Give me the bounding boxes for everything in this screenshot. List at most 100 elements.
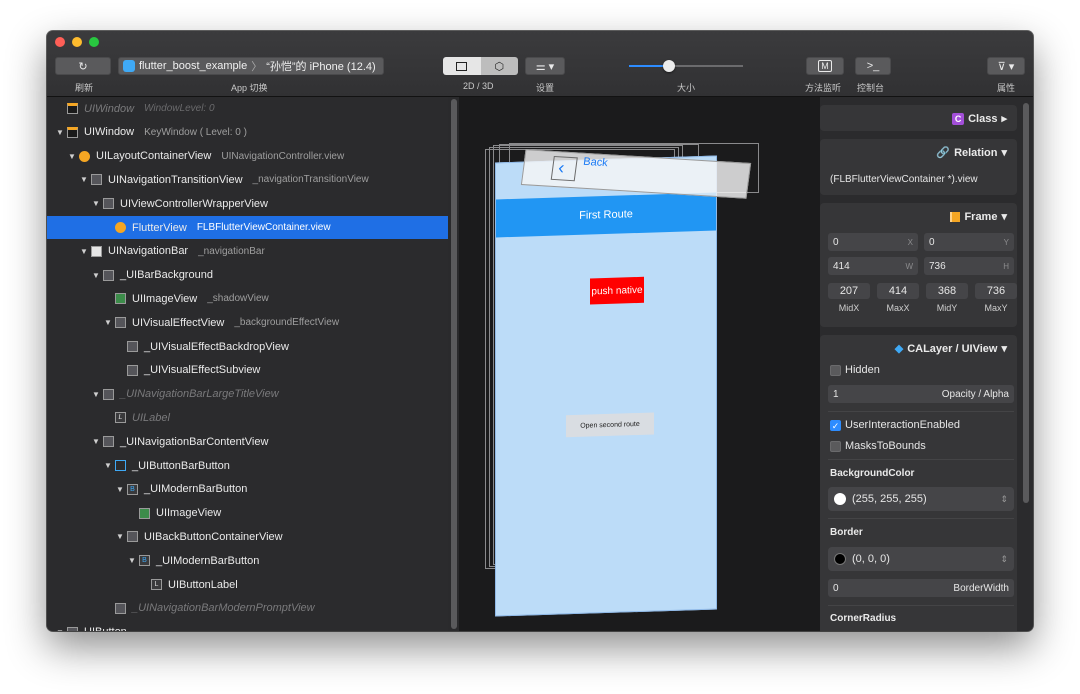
disclosure-triangle-icon[interactable]: ▼ xyxy=(115,532,125,541)
tree-row-subtitle: KeyWindow ( Level: 0 ) xyxy=(144,126,247,138)
disclosure-triangle-icon[interactable]: ▼ xyxy=(55,628,65,631)
triangle-down-icon: ▾ xyxy=(1001,343,1007,355)
tree-row[interactable]: ▼ UIWindow KeyWindow ( Level: 0 ) xyxy=(47,121,448,144)
tree-row-name: FlutterView xyxy=(132,221,187,234)
mode-3d-button[interactable]: ⬡ xyxy=(480,57,518,75)
calayer-card: ◆ CALayer / UIView ▾ Hidden 1 Opacity / … xyxy=(820,335,1017,631)
disclosure-triangle-icon[interactable]: ▼ xyxy=(103,318,113,327)
view-class-icon xyxy=(115,317,126,329)
frame-icon xyxy=(950,211,961,222)
flutter-view-preview[interactable]: First Route push native Open second rout… xyxy=(495,155,717,617)
disclosure-triangle-icon[interactable]: ▼ xyxy=(55,128,65,137)
size-slider-thumb[interactable] xyxy=(662,60,675,72)
border-width-field[interactable]: 0 BorderWidth xyxy=(828,579,1014,597)
tree-row-name: UIImageView xyxy=(156,507,222,520)
tree-row-subtitle: _shadowView xyxy=(207,293,269,305)
attributes-label: 属性 xyxy=(997,83,1016,93)
opacity-field[interactable]: 1 Opacity / Alpha xyxy=(828,385,1014,403)
tree-row-name: _UINavigationBarContentView xyxy=(120,435,269,448)
tree-row[interactable]: ▼ B _UIModernBarButton xyxy=(47,549,448,572)
link-icon: 🔗 xyxy=(936,147,951,159)
tree-row[interactable]: ▼ _UINavigationBarContentView xyxy=(47,430,448,453)
background-color-picker[interactable]: (255, 255, 255) ⇕ xyxy=(828,487,1014,511)
tree-row[interactable]: UIWindow WindowLevel: 0 xyxy=(47,97,448,120)
inspector-scrollbar[interactable] xyxy=(1023,103,1029,503)
masks-to-bounds-checkbox[interactable] xyxy=(830,441,841,452)
close-window-button[interactable] xyxy=(55,37,65,47)
frame-y-field[interactable]: 0Y xyxy=(924,233,1014,251)
console-button[interactable]: >_ xyxy=(855,57,891,75)
background-color-section: BackgroundColor xyxy=(830,468,915,479)
mode-2d-button[interactable] xyxy=(443,57,481,75)
frame-x-field[interactable]: 0X xyxy=(828,233,918,251)
disclosure-triangle-icon[interactable]: ▼ xyxy=(91,437,101,446)
disclosure-triangle-icon[interactable]: ▼ xyxy=(127,556,137,565)
square-icon xyxy=(456,61,468,71)
disclosure-triangle-icon[interactable]: ▼ xyxy=(67,152,77,161)
border-color-picker[interactable]: (0, 0, 0) ⇕ xyxy=(828,547,1014,571)
tree-row[interactable]: L UILabel xyxy=(47,406,448,429)
tree-row[interactable]: _UIVisualEffectBackdropView xyxy=(47,335,448,358)
tree-row[interactable]: UIImageView xyxy=(47,502,448,525)
disclosure-triangle-icon[interactable]: ▼ xyxy=(115,485,125,494)
frame-header[interactable]: Frame ▾ xyxy=(950,210,1007,223)
chevron-right-icon: 〉 xyxy=(251,61,263,73)
tree-row[interactable]: ▼ UILayoutContainerView UINavigationContro… xyxy=(47,145,448,168)
class-header[interactable]: C Class ▸ xyxy=(952,112,1007,125)
view-class-icon: L xyxy=(115,412,126,424)
relation-header[interactable]: 🔗 Relation ▾ xyxy=(936,146,1007,160)
border-width-label: BorderWidth xyxy=(953,582,1009,594)
disclosure-triangle-icon[interactable]: ▼ xyxy=(91,390,101,399)
tree-row[interactable]: L UIButtonLabel xyxy=(47,573,448,596)
disclosure-triangle-icon[interactable]: ▼ xyxy=(91,271,101,280)
method-trace-button[interactable]: M xyxy=(806,57,844,75)
hidden-checkbox[interactable] xyxy=(830,365,841,376)
disclosure-triangle-icon[interactable]: ▼ xyxy=(79,175,89,184)
tree-row[interactable]: ▼ UIBackButtonContainerView xyxy=(47,525,448,548)
tree-row[interactable]: ▼ _UIBarBackground xyxy=(47,264,448,287)
settings-button[interactable]: ⚌ ▾ xyxy=(525,57,565,75)
tree-row-name: UIBackButtonContainerView xyxy=(144,530,283,543)
tree-row[interactable]: ▼ _UIButtonBarButton xyxy=(47,454,448,477)
view-hierarchy-tree[interactable]: UIWindow WindowLevel: 0 ▼ UIWindow KeyWindow… xyxy=(47,97,448,631)
view-mode-toggle[interactable]: ⬡ xyxy=(443,57,518,75)
tree-row[interactable]: ▼ UINavigationTransitionView _navigationTr… xyxy=(47,168,448,191)
maxx-label: MaxX xyxy=(886,303,910,313)
push-native-button[interactable]: push native xyxy=(590,276,644,305)
tree-row[interactable]: ▼ B _UIModernBarButton xyxy=(47,478,448,501)
frame-x-value: 0 xyxy=(833,236,839,248)
tree-row[interactable]: UIImageView _shadowView xyxy=(47,287,448,310)
disclosure-triangle-icon[interactable]: ▼ xyxy=(103,461,113,470)
disclosure-triangle-icon[interactable]: ▼ xyxy=(79,247,89,256)
tree-row[interactable]: ▼ UINavigationBar _navigationBar xyxy=(47,240,448,263)
app-switcher[interactable]: flutter_boost_example 〉 “孙恺”的 iPhone (12… xyxy=(118,57,384,75)
zoom-window-button[interactable] xyxy=(89,37,99,47)
tree-row-subtitle: WindowLevel: 0 xyxy=(144,103,215,114)
user-interaction-checkbox[interactable]: ✓ xyxy=(830,420,841,431)
attributes-filter-button[interactable]: ⊽ ▾ xyxy=(987,57,1025,75)
minimize-window-button[interactable] xyxy=(72,37,82,47)
tree-row-name: UIButton xyxy=(84,626,127,631)
maxx-value: 414 xyxy=(877,283,919,299)
preview-canvas[interactable]: First Route push native Open second rout… xyxy=(459,97,820,631)
tree-row[interactable]: ▼ UIViewControllerWrapperView xyxy=(47,192,448,215)
white-swatch xyxy=(834,493,846,505)
calayer-header[interactable]: ◆ CALayer / UIView ▾ xyxy=(895,342,1007,356)
frame-h-field[interactable]: 736 H xyxy=(924,257,1014,275)
tree-row[interactable]: _UIVisualEffectSubview xyxy=(47,359,448,382)
app-switch-label: App 切换 xyxy=(231,83,268,93)
refresh-button[interactable]: ↻ xyxy=(55,57,111,75)
tree-row[interactable]: FlutterView FLBFlutterViewContainer.view xyxy=(47,216,448,239)
tree-row[interactable]: ▼ UIVisualEffectView _backgroundEffectView xyxy=(47,311,448,334)
tree-row-name: UIWindow xyxy=(84,126,135,139)
view-class-icon xyxy=(127,341,138,352)
tree-row[interactable]: _UINavigationBarModernPromptView xyxy=(47,597,448,620)
back-button-box[interactable]: ‹ xyxy=(550,155,578,182)
frame-w-field[interactable]: 414 W xyxy=(828,257,918,275)
midy-value: 368 xyxy=(926,283,968,299)
tree-row[interactable]: ▼ UIButton xyxy=(47,621,448,631)
open-second-route-button[interactable]: Open second route xyxy=(566,412,654,438)
disclosure-triangle-icon[interactable]: ▼ xyxy=(91,199,101,208)
hierarchy-scrollbar[interactable] xyxy=(451,99,457,629)
tree-row[interactable]: ▼ _UINavigationBarLargeTitleView xyxy=(47,383,448,406)
